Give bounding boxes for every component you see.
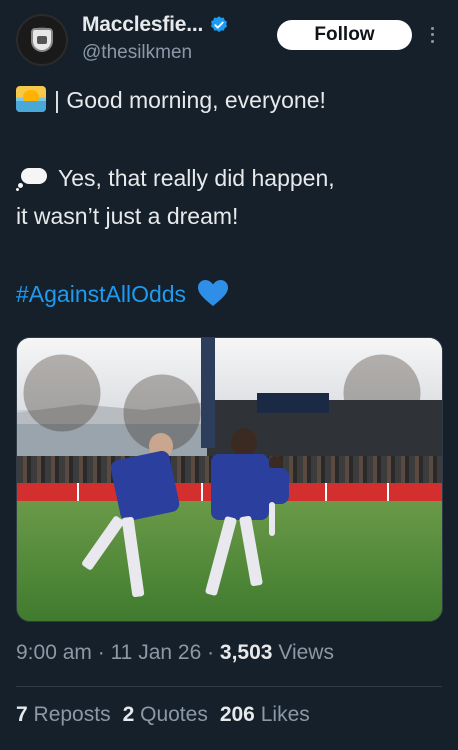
celebrating-player-left [77, 433, 187, 613]
quotes-label: Quotes [140, 703, 208, 726]
likes-count: 206 [219, 703, 255, 726]
likes-label: Likes [260, 703, 310, 726]
meta-separator: · [201, 641, 220, 664]
avatar[interactable] [16, 14, 68, 66]
blue-heart-icon [198, 280, 229, 306]
follow-button[interactable]: Follow [277, 20, 412, 50]
post-text-line-3: it wasn’t just a dream! [16, 203, 239, 229]
greeting-text: | Good morning, everyone! [54, 87, 326, 113]
hashtag-link[interactable]: #AgainstAllOdds [16, 281, 186, 307]
quotes-count: 2 [122, 703, 135, 726]
likes-link[interactable]: 206 Likes [220, 703, 310, 726]
more-options-icon[interactable] [424, 22, 440, 48]
post-date[interactable]: 11 Jan 26 [111, 641, 202, 664]
post-time[interactable]: 9:00 am [16, 641, 92, 664]
club-crest-icon [31, 28, 53, 52]
engagement-stats: 7 Reposts 2 Quotes 206 Likes [16, 703, 310, 727]
reposts-count: 7 [16, 703, 28, 726]
hashtag-line: #AgainstAllOdds [16, 279, 230, 309]
verified-badge-icon [211, 16, 228, 33]
quotes-link[interactable]: 2 Quotes [123, 703, 208, 726]
player-background [259, 456, 293, 546]
thought-bubble-icon [16, 164, 50, 191]
views-count: 3,503 [219, 641, 273, 664]
post-meta: 9:00 am · 11 Jan 26 · 3,503 Views [16, 641, 334, 665]
display-name[interactable]: Macclesfie... [82, 13, 203, 37]
account-handle[interactable]: @thesilkmen [82, 42, 192, 64]
post-text-line-1: | Good morning, everyone! [16, 85, 326, 115]
meta-separator: · [91, 641, 111, 664]
post-header: Macclesfie... @thesilkmen Follow [0, 0, 458, 78]
post-image[interactable] [16, 337, 443, 622]
post-sentence-1: Yes, that really did happen, [58, 165, 335, 191]
reposts-label: Reposts [33, 703, 111, 726]
name-row: Macclesfie... [82, 13, 229, 37]
sunrise-icon [16, 86, 46, 112]
views-label: Views [278, 641, 334, 664]
divider [16, 686, 442, 687]
reposts-link[interactable]: 7 Reposts [16, 703, 111, 726]
post-text-line-2: Yes, that really did happen, [16, 163, 335, 193]
